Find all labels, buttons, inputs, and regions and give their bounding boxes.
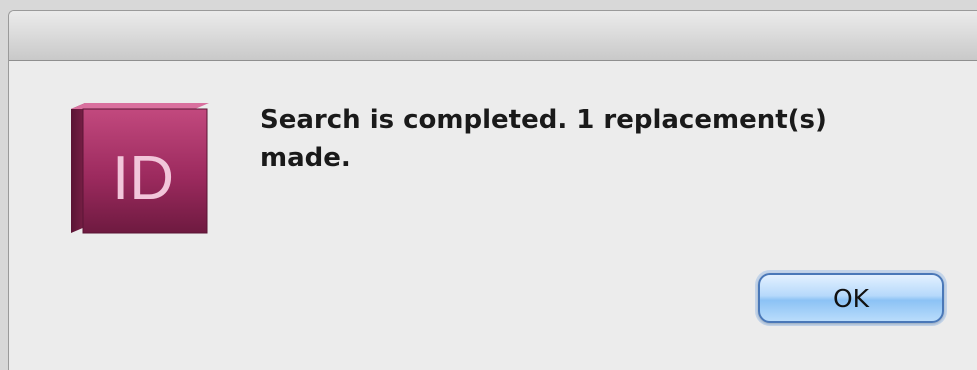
indesign-icon-letters: ID (112, 144, 174, 213)
title-bar[interactable] (9, 11, 977, 61)
indesign-icon: ID (71, 103, 211, 235)
alert-message: Search is completed. 1 replacement(s) ma… (260, 105, 827, 173)
ok-button[interactable]: OK (758, 273, 944, 323)
dialog-content: ID Search is completed. 1 replacement(s)… (9, 61, 977, 361)
alert-dialog: ID Search is completed. 1 replacement(s)… (8, 10, 977, 370)
